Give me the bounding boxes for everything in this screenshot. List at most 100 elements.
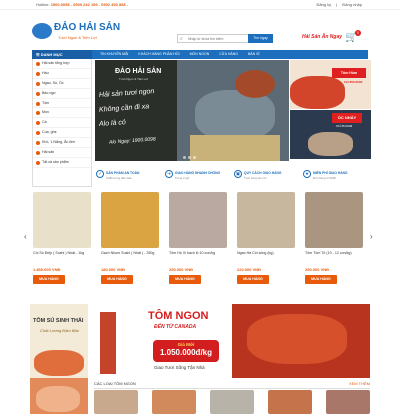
category-icon — [36, 71, 40, 76]
product-thumbnail[interactable] — [152, 390, 196, 414]
product-image[interactable] — [33, 192, 91, 248]
nav-link-stores[interactable]: CỬA HÀNG — [219, 52, 238, 56]
sidebar-item-label: Bào ngư — [42, 90, 56, 95]
nav-link-dishes[interactable]: MÓN NGON — [190, 52, 210, 56]
nav-link-wholesale[interactable]: BÁN SỈ — [248, 52, 259, 56]
feature-sub: Đơn hàng từ 500K — [313, 175, 337, 180]
fish-logo-icon — [32, 23, 52, 39]
logo[interactable]: ĐẢO HẢI SẢN Tươi Ngon & Tiện Lợi — [32, 21, 120, 45]
sidebar-item-label: Hải sản tổng hợp — [42, 61, 70, 65]
sidebar-item[interactable]: Bào ngư — [33, 89, 91, 99]
feature-free-ship: ★ MIỄN PHÍ GIAO HÀNG Đơn hàng từ 500K — [302, 168, 370, 186]
sidebar-item-label: Tất cả sản phẩm — [42, 159, 69, 164]
promo-section: TÔM SÚ SINH THÁI Chất Lượng Đảm Bảo TÔM … — [30, 304, 370, 378]
product-thumbnail[interactable] — [94, 390, 138, 414]
nav-link-promotions[interactable]: TIN KHUYẾN MÃI — [100, 52, 128, 56]
slider-dot[interactable] — [188, 156, 191, 159]
slider-dot[interactable] — [193, 156, 196, 159]
hero-banner[interactable]: ĐẢO HẢI SẢN Tươi Ngon & Tiện Lợi Hải sản… — [95, 60, 289, 161]
product-name[interactable]: Gạch Nhum Sushi ( Nhật ) - 250g — [101, 251, 161, 256]
slider-dot[interactable] — [183, 156, 186, 159]
register-link[interactable]: Đăng ký — [316, 2, 331, 7]
product-thumbnail[interactable] — [326, 390, 370, 414]
product-card[interactable]: Gạch Nhum Sushi ( Nhật ) - 250g 180.000 … — [100, 192, 161, 290]
product-image[interactable] — [101, 192, 159, 248]
product-image[interactable] — [237, 192, 295, 248]
banner-table — [190, 135, 280, 161]
sidebar-item[interactable]: Cua, ghẹ — [33, 128, 91, 139]
features-bar: ✓ SẢN PHẨM AN TOÀN Chất lượng đảm bảo ➜ … — [95, 168, 371, 186]
shrimp-ad[interactable] — [30, 378, 88, 414]
feature-safe: ✓ SẢN PHẨM AN TOÀN Chất lượng đảm bảo — [95, 168, 163, 186]
product-card[interactable]: Ngao Hà Cồi sống (kg) 220.000 VNĐ MUA HÀ… — [236, 192, 297, 290]
sidebar-item[interactable]: Khô, 1 Nắng, Ăn liền — [33, 138, 91, 149]
cart-button[interactable]: 🛒 0 — [345, 30, 361, 44]
product-card[interactable]: Tôm Hộ Xi bạch lô 10 con/kg 290.000 VNĐ … — [168, 192, 229, 290]
product-name[interactable]: Tôm Hộ Xi bạch lô 10 con/kg — [169, 251, 229, 256]
see-more-link[interactable]: XEM THÊM — [349, 381, 370, 386]
category-menu-button[interactable]: ☰ DANH MỤC — [32, 50, 92, 59]
nav-link-feedback[interactable]: KHÁCH HÀNG PHẢN HỒI — [138, 52, 179, 56]
promo-price-label: Giá Mới — [177, 342, 195, 347]
sidebar-item[interactable]: Mực — [33, 108, 91, 119]
category-icon — [36, 141, 40, 146]
ad-lobster-tag: Tôm Hùm — [332, 68, 366, 78]
sidebar-item[interactable]: Hải sản — [33, 148, 91, 158]
product-name[interactable]: Ngao Hà Cồi sống (kg) — [237, 251, 297, 256]
promo-price-box: Giá Mới 1.050.000đ/kg — [153, 340, 219, 362]
category-icon — [36, 151, 40, 156]
category-icon — [36, 160, 40, 165]
product-name[interactable]: Cồi Sò Điệp ( Sushi ) Nhật - 1kg — [33, 251, 93, 256]
divider: | — [336, 2, 338, 7]
sidebar-item[interactable]: Tất cả sản phẩm — [33, 158, 91, 168]
login-link[interactable]: Đăng nhập — [342, 2, 362, 7]
chevron-right-icon[interactable]: › — [370, 232, 373, 241]
promo-main-banner[interactable]: TÔM NGON ĐẾN TỪ CANADA Giá Mới 1.050.000… — [92, 304, 370, 378]
logo-subtitle: Tươi Ngon & Tiện Lợi — [58, 35, 97, 40]
feature-title: QUY CÁCH GIAO HÀNG — [244, 171, 282, 175]
product-thumbnail[interactable] — [268, 390, 312, 414]
sidebar-item[interactable]: Hàu — [33, 69, 91, 79]
product-card[interactable]: Tôm Tôm Tít (10 - 12 con/kg) 290.000 VNĐ… — [304, 192, 365, 290]
category-icon — [36, 121, 40, 126]
search-button[interactable]: Tìm ngay — [248, 34, 273, 43]
promo-subtitle: ĐẾN TỪ CANADA — [154, 324, 197, 330]
buy-button[interactable]: MUA HÀNG — [305, 275, 337, 284]
buy-button[interactable]: MUA HÀNG — [101, 275, 133, 284]
slider-dots[interactable] — [183, 155, 198, 160]
product-thumbnail[interactable] — [210, 390, 254, 414]
feature-title: GIAO HÀNG NHANH CHÓNG — [175, 171, 221, 175]
product-card[interactable]: Cồi Sò Điệp ( Sushi ) Nhật - 1kg 1.850.0… — [32, 192, 93, 290]
sidebar-item[interactable]: Cá — [33, 118, 91, 129]
promo-left-ad[interactable]: TÔM SÚ SINH THÁI Chất Lượng Đảm Bảo — [30, 304, 88, 378]
ad-snail[interactable]: ỐC NHẢY Chỉ 45.000đ — [290, 110, 371, 159]
lobster-claw-image — [100, 312, 116, 374]
section-header: CÁC LOẠI TÔM NGON XEM THÊM — [94, 381, 370, 389]
sidebar-item[interactable]: Ngao, Sò, Ốc — [33, 79, 91, 89]
search-input[interactable] — [188, 35, 248, 42]
banner-line-3: Alo là có — [98, 119, 127, 128]
banner-crab — [235, 70, 275, 98]
search-box: ⌕ Tìm ngay — [177, 34, 273, 43]
buy-button[interactable]: MUA HÀNG — [169, 275, 201, 284]
banner-seafood-tray — [195, 90, 275, 140]
chevron-left-icon[interactable]: ‹ — [24, 232, 27, 241]
logo-title: ĐẢO HẢI SẢN — [54, 22, 121, 33]
sidebar-item[interactable]: Tôm — [33, 99, 91, 109]
product-image[interactable] — [305, 192, 363, 248]
sidebar-item-label: Ngao, Sò, Ốc — [42, 80, 64, 85]
feature-sub: Tươi sống tận nơi — [244, 175, 267, 180]
product-image[interactable] — [169, 192, 227, 248]
sidebar-item[interactable]: Hải sản tổng hợp — [33, 59, 91, 69]
hotline-numbers[interactable]: 1900.0098 - 0909 242 199 - 0902 450 868 … — [51, 2, 128, 7]
product-price: 290.000 VNĐ — [305, 267, 330, 272]
category-icon — [36, 101, 40, 106]
buy-button[interactable]: MUA HÀNG — [33, 275, 65, 284]
ad-lobster[interactable]: Tôm Hùm Chỉ 850.000đ — [290, 60, 371, 109]
gift-icon: ★ — [303, 170, 311, 178]
product-name[interactable]: Tôm Tôm Tít (10 - 12 con/kg) — [305, 251, 365, 256]
hotline-label: Hotline: — [36, 2, 50, 7]
promo-delivery: Giao Tươi Sống Tận Nhà — [154, 365, 205, 370]
buy-button[interactable]: MUA HÀNG — [237, 275, 269, 284]
hotline: Hotline: 1900.0098 - 0909 242 199 - 0902… — [36, 0, 128, 10]
